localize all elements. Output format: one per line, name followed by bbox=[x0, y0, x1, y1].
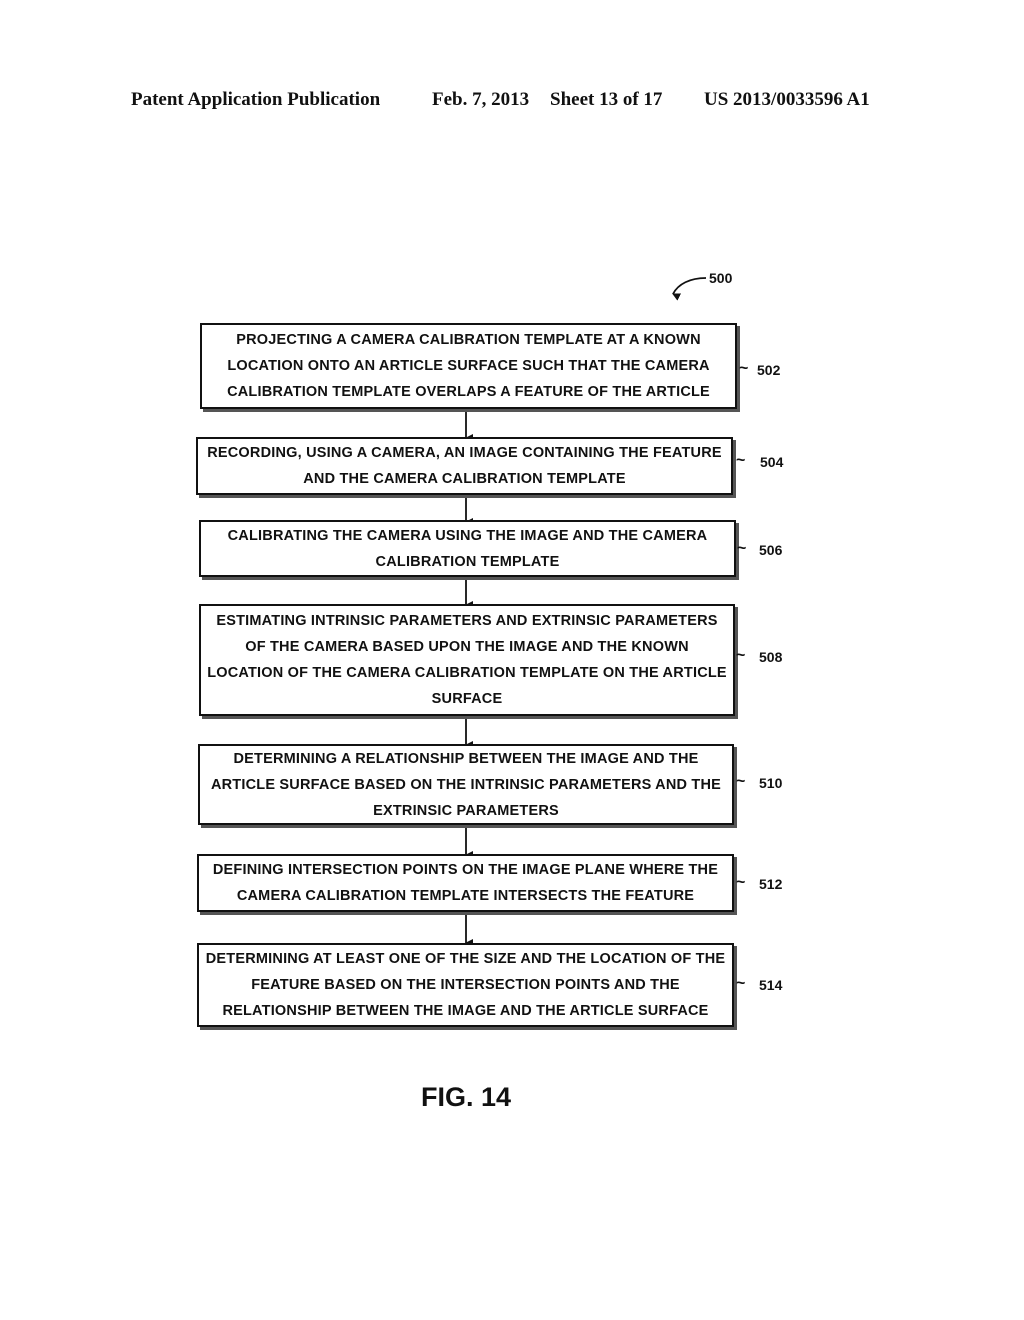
step-504-box: RECORDING, USING A CAMERA, AN IMAGE CONT… bbox=[196, 437, 733, 495]
step-502-ref: 502 bbox=[757, 362, 781, 378]
leader-tilde-508: ~ bbox=[736, 647, 746, 664]
step-506-ref: 506 bbox=[759, 542, 783, 558]
leader-tilde-514: ~ bbox=[736, 975, 746, 992]
figure-ref-leader-arrow bbox=[672, 277, 707, 301]
leader-tilde-512: ~ bbox=[736, 874, 746, 891]
step-502-box: PROJECTING A CAMERA CALIBRATION TEMPLATE… bbox=[200, 323, 737, 409]
leader-tilde-504: ~ bbox=[736, 452, 746, 469]
step-514-box: DETERMINING AT LEAST ONE OF THE SIZE AND… bbox=[197, 943, 734, 1027]
step-506-box: CALIBRATING THE CAMERA USING THE IMAGE A… bbox=[199, 520, 736, 577]
leader-tilde-510: ~ bbox=[736, 773, 746, 790]
leader-tilde-506: ~ bbox=[737, 540, 747, 557]
step-508-ref: 508 bbox=[759, 649, 783, 665]
step-510-ref: 510 bbox=[759, 775, 783, 791]
figure-ref-500: 500 bbox=[709, 270, 733, 286]
step-510-box: DETERMINING A RELATIONSHIP BETWEEN THE I… bbox=[198, 744, 734, 825]
step-504-ref: 504 bbox=[760, 454, 784, 470]
step-508-box: ESTIMATING INTRINSIC PARAMETERS AND EXTR… bbox=[199, 604, 735, 716]
step-514-ref: 514 bbox=[759, 977, 783, 993]
figure-label: FIG. 14 bbox=[421, 1082, 512, 1112]
leader-tilde-502: ~ bbox=[739, 360, 749, 377]
step-512-ref: 512 bbox=[759, 876, 783, 892]
step-512-box: DEFINING INTERSECTION POINTS ON THE IMAG… bbox=[197, 854, 734, 912]
